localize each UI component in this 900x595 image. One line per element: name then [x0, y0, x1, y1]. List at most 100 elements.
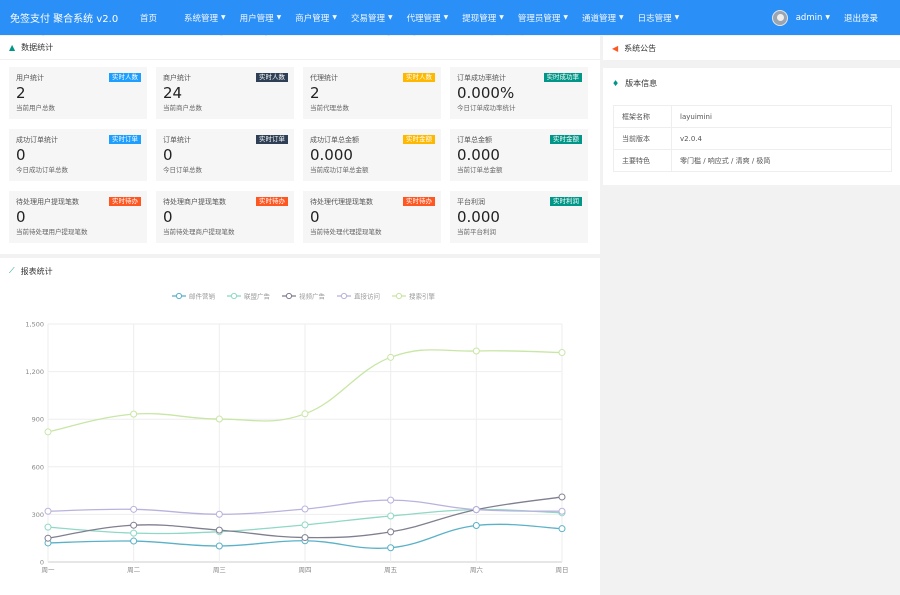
stats-panel-header: ▲ 数据统计 — [0, 36, 600, 60]
user-menu[interactable]: admin ▼ — [796, 13, 830, 23]
x-tick-label: 周六 — [470, 565, 484, 574]
stat-card-badge: 实时订单 — [256, 135, 288, 144]
nav-item-label: 代理管理 — [406, 13, 441, 24]
x-tick-label: 周一 — [42, 566, 56, 574]
y-tick-label: 900 — [32, 416, 44, 424]
nav-item-9[interactable]: 日志管理 ▼ — [631, 0, 687, 35]
data-point — [44, 523, 52, 531]
data-point — [301, 521, 309, 529]
legend-item: 邮件营销 — [172, 292, 216, 301]
stat-card-desc: 当前成功订单总金额 — [310, 166, 369, 174]
stat-card: 用户统计 实时人数 2 当前用户总数 — [9, 67, 147, 119]
stat-card: 商户统计 实时人数 24 当前商户总数 — [156, 67, 294, 119]
data-point — [130, 410, 138, 418]
nav-item-0[interactable]: 首页 — [130, 0, 177, 35]
version-panel-header: ♦ 版本信息 — [603, 68, 900, 98]
stat-card-badge: 实时成功率 — [543, 73, 582, 82]
version-key: 当前版本 — [613, 127, 672, 150]
stat-card: 待处理代理提现笔数 实时待办 0 当前待处理代理提现笔数 — [303, 191, 441, 243]
x-tick-label: 周五 — [384, 566, 398, 574]
nav-item-2[interactable]: 用户管理 ▼ — [233, 0, 289, 35]
data-point — [301, 534, 309, 542]
legend-item: 视频广告 — [282, 292, 326, 301]
chevron-down-icon: ▼ — [499, 14, 504, 21]
x-tick-label: 周日 — [556, 566, 569, 574]
data-point — [130, 529, 138, 537]
stat-card-badge: 实时人数 — [403, 73, 435, 82]
stat-card-value: 0 — [310, 208, 320, 226]
nav-item-1[interactable]: 系统管理 ▼ — [177, 0, 233, 35]
data-point — [215, 542, 223, 550]
stat-card-badge: 实时订单 — [109, 135, 141, 144]
stat-card-desc: 当前订单总金额 — [457, 166, 503, 174]
stat-card: 待处理商户提现笔数 实时待办 0 当前待处理商户提现笔数 — [156, 191, 294, 243]
nav-item-8[interactable]: 通道管理 ▼ — [575, 0, 631, 35]
nav-item-label: 管理员管理 — [517, 13, 561, 24]
stat-card: 成功订单统计 实时订单 0 今日成功订单总数 — [9, 129, 147, 181]
table-row: 当前版本 v2.0.4 — [613, 127, 892, 150]
legend-marker — [175, 292, 183, 300]
data-point — [44, 507, 52, 515]
nav-item-label: 商户管理 — [295, 13, 330, 24]
stat-card-value: 0 — [16, 208, 26, 226]
user-name: admin — [795, 12, 823, 23]
version-panel-title: 版本信息 — [625, 78, 658, 88]
stat-card-badge: 实时利润 — [550, 197, 582, 206]
legend-label: 直接访问 — [354, 292, 380, 301]
data-point — [472, 522, 480, 530]
data-point — [387, 496, 395, 504]
warning-icon: ▲ — [9, 43, 16, 52]
stat-card-desc: 今日成功订单总数 — [16, 166, 68, 174]
stat-card: 订单成功率统计 实时成功率 0.000% 今日订单成功率统计 — [450, 67, 588, 119]
report-panel: ⟋ 报表统计 0 300 600 900 1,200 1,500 周一 周二 周三 周四 周五 周六周… — [0, 258, 600, 595]
nav-item-6[interactable]: 提现管理 ▼ — [455, 0, 511, 35]
stat-card-badge: 实时待办 — [256, 197, 288, 206]
stat-card-badge: 实时人数 — [256, 73, 288, 82]
notice-panel-title: 系统公告 — [624, 43, 657, 53]
brand-title[interactable]: 免签支付 聚合系统 v2.0 — [0, 10, 130, 25]
stat-card: 平台利润 实时利润 0.000 当前平台利润 — [450, 191, 588, 243]
stat-card-badge: 实时待办 — [403, 197, 435, 206]
stat-card-desc: 当前代理总数 — [310, 104, 349, 112]
data-point — [472, 506, 480, 514]
data-point — [44, 534, 52, 542]
main-nav: 首页 系统管理 ▼ 用户管理 ▼ 商户管理 ▼ 交易管理 ▼ 代理管理 ▼ 提现管理 ▼ 管理员管理 ▼ 通道… — [130, 0, 686, 35]
legend-marker — [340, 292, 348, 300]
nav-item-label: 交易管理 — [350, 13, 385, 24]
x-tick-label: 周二 — [127, 566, 141, 574]
y-tick-label: 1,500 — [25, 321, 44, 329]
version-key: 主要特色 — [613, 149, 672, 172]
chevron-down-icon: ▼ — [674, 14, 680, 21]
notice-panel: ◀ 系统公告 — [603, 36, 900, 60]
stat-card-value: 0 — [163, 146, 173, 164]
legend-marker — [285, 292, 293, 300]
stat-card-badge: 实时金额 — [403, 135, 435, 144]
nav-item-3[interactable]: 商户管理 ▼ — [288, 0, 344, 35]
x-tick-label: 周三 — [213, 566, 227, 574]
chevron-down-icon: ▼ — [332, 14, 337, 21]
table-row: 框架名称 layuimini — [613, 105, 892, 128]
nav-item-4[interactable]: 交易管理 ▼ — [344, 0, 400, 35]
nav-item-5[interactable]: 代理管理 ▼ — [400, 0, 456, 35]
data-point — [44, 428, 52, 436]
nav-item-label: 日志管理 — [637, 13, 672, 24]
version-panel: ♦ 版本信息 框架名称 layuimini 当前版本 v2.0.4 主要特色 零门槛 / … — [603, 68, 900, 185]
legend-marker — [395, 292, 403, 300]
fire-icon: ♦ — [612, 78, 620, 88]
avatar[interactable] — [771, 9, 788, 26]
data-point — [130, 521, 138, 529]
stat-card-desc: 当前待处理代理提现笔数 — [310, 228, 382, 236]
navbar-right: admin ▼ 退出登录 — [771, 0, 900, 35]
bullhorn-icon: ◀ — [612, 43, 619, 53]
stat-card-value: 0.000 — [457, 146, 500, 164]
stat-card-value: 0 — [16, 146, 26, 164]
data-point — [301, 410, 309, 418]
legend-item: 搜索引擎 — [392, 292, 436, 301]
nav-item-7[interactable]: 管理员管理 ▼ — [511, 0, 575, 35]
logout-link[interactable]: 退出登录 — [844, 12, 878, 24]
legend-marker — [230, 292, 238, 300]
data-point — [472, 347, 480, 355]
data-point — [387, 512, 395, 520]
stat-card-desc: 当前待处理用户提现笔数 — [16, 228, 88, 236]
stat-card-desc: 当前商户总数 — [163, 104, 202, 112]
